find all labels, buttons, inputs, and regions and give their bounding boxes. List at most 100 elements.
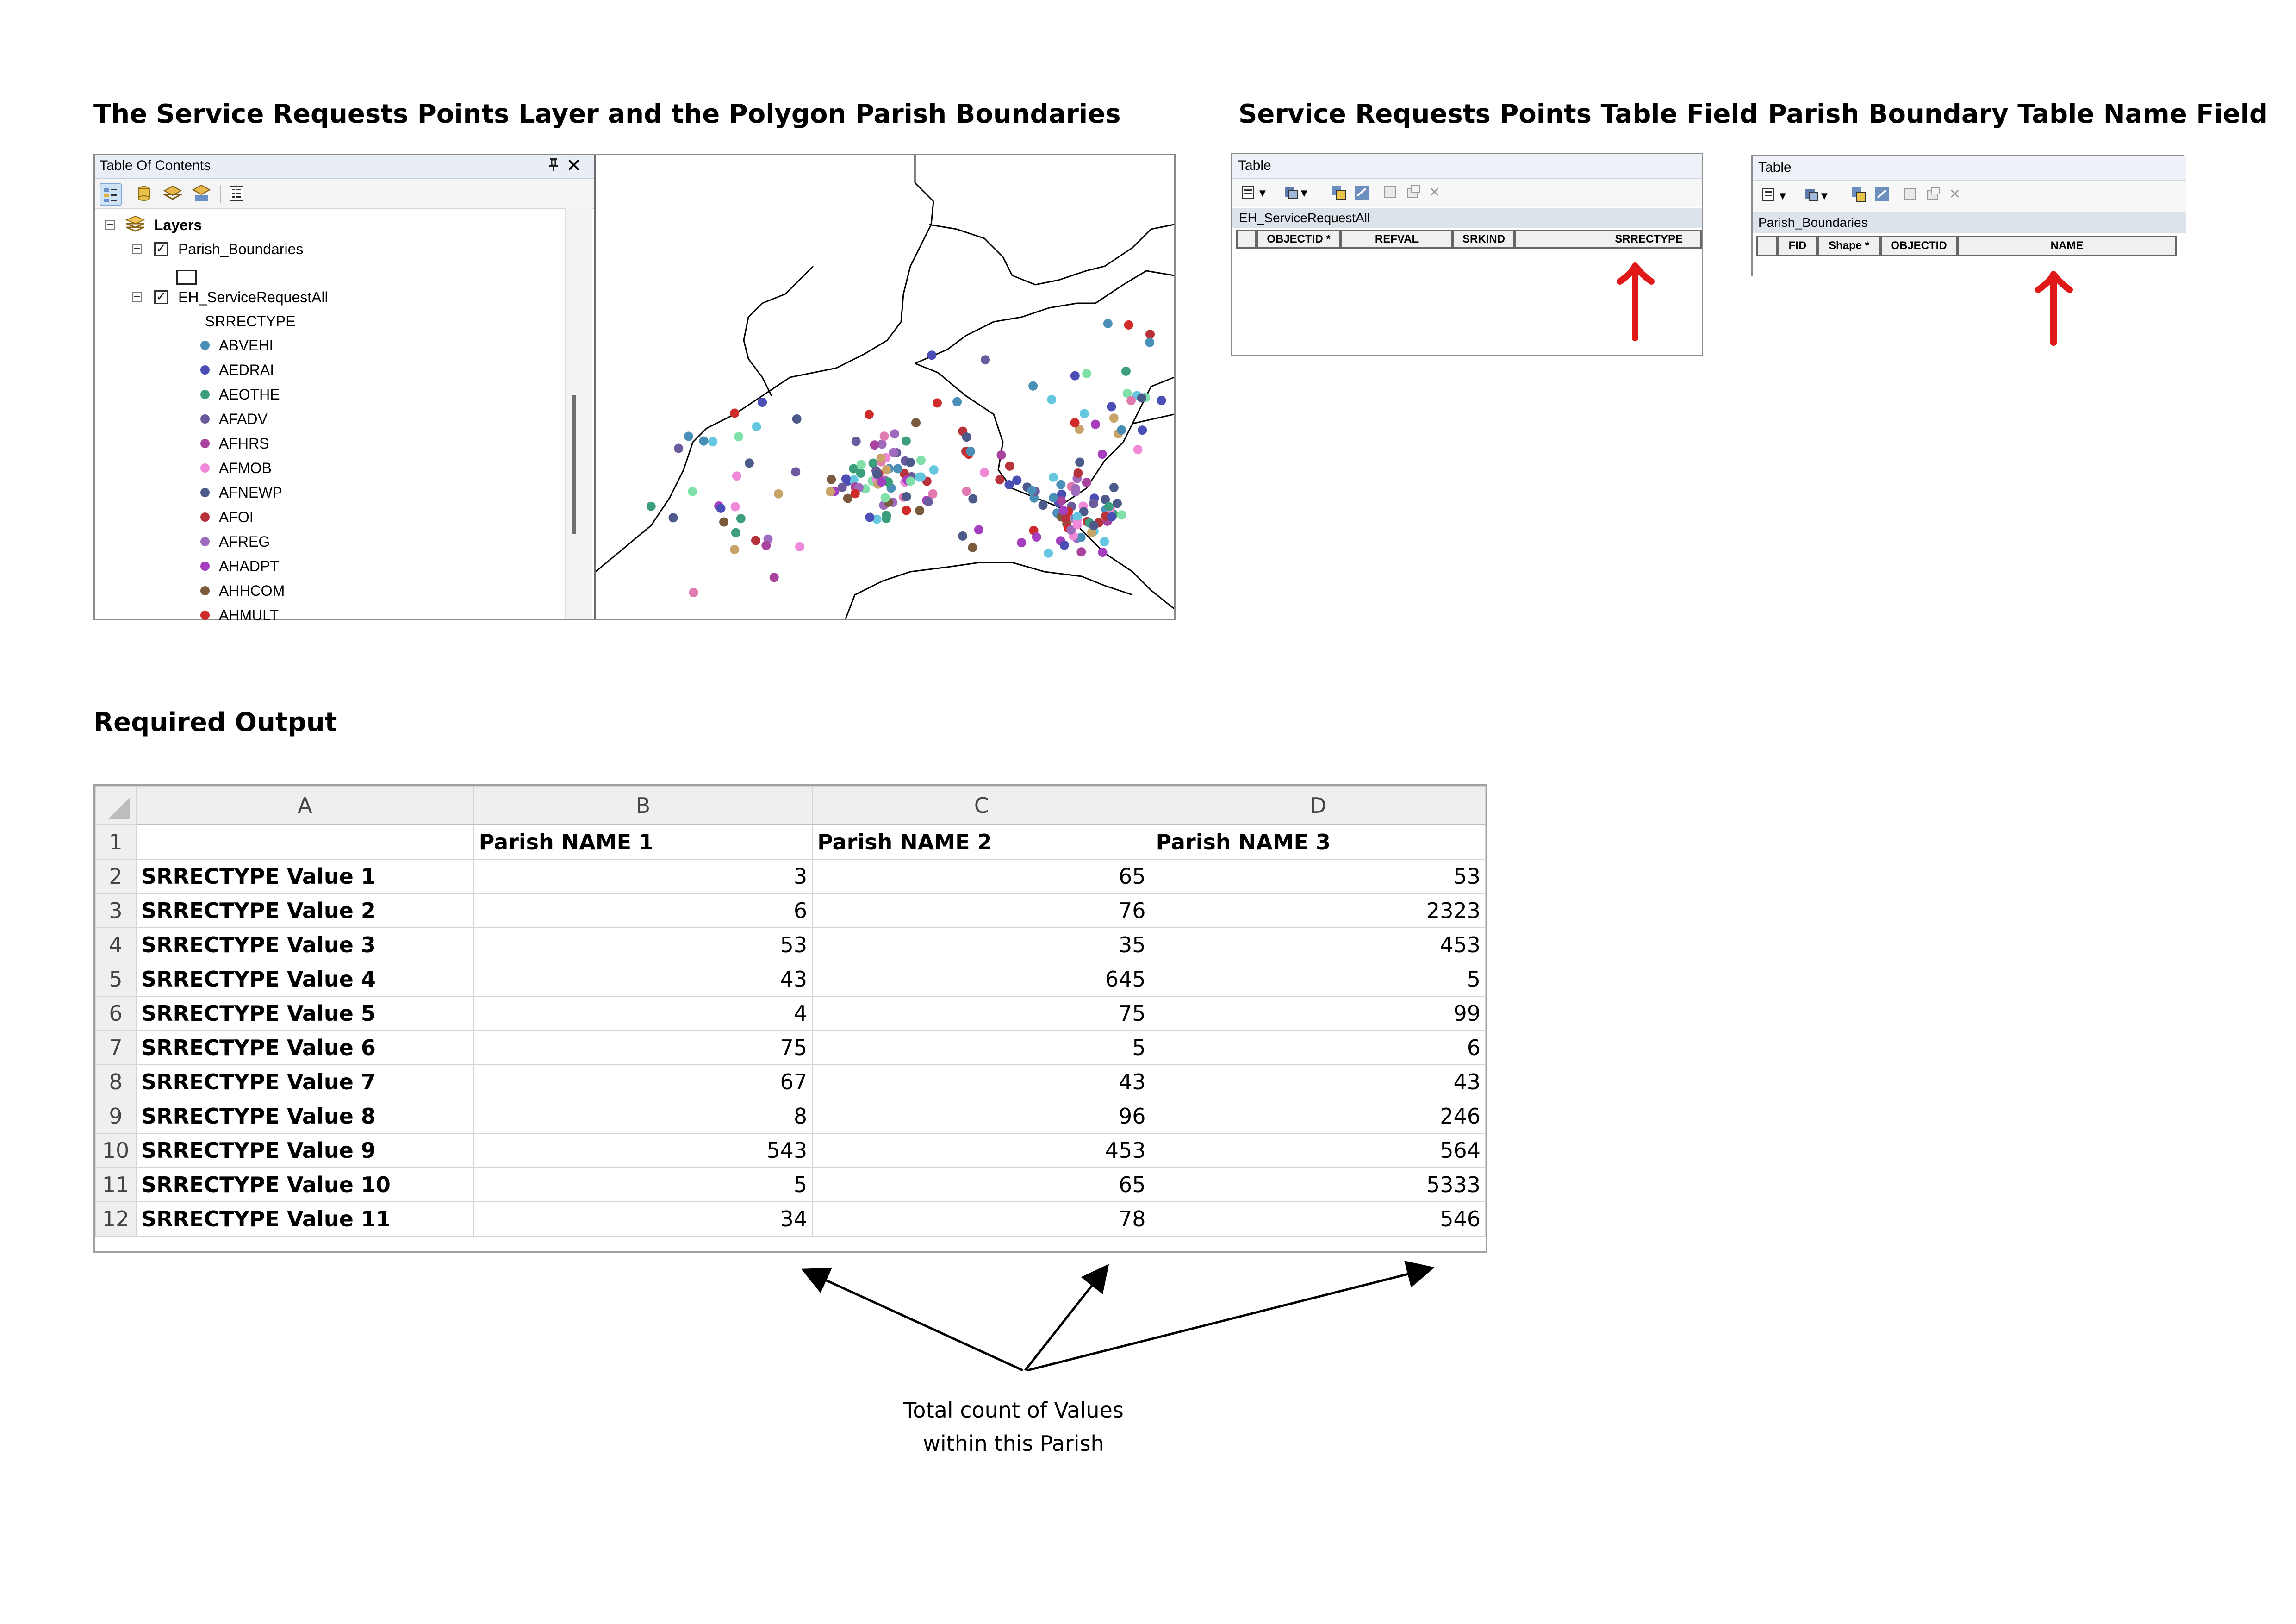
toc-scrollbar[interactable] — [565, 208, 592, 619]
row-header[interactable]: 3 — [95, 893, 137, 928]
points-table-layer-tab[interactable]: EH_ServiceRequestAll — [1232, 208, 1702, 228]
spreadsheet-grid[interactable]: A B C D 1 Parish NAME 1 Parish NAME 2 Pa… — [95, 786, 1487, 1237]
row-header[interactable]: 7 — [95, 1030, 137, 1065]
delete-selected-icon[interactable]: ✕ — [1949, 187, 1965, 202]
row-header[interactable]: 11 — [95, 1167, 137, 1202]
cell-d9[interactable]: 246 — [1150, 1099, 1487, 1134]
cell-d6[interactable]: 99 — [1150, 996, 1487, 1031]
cell-c10[interactable]: 453 — [812, 1133, 1151, 1168]
chevron-down-icon[interactable]: ▼ — [1301, 188, 1307, 198]
cell-b11[interactable]: 5 — [473, 1167, 813, 1202]
points-layer-checkbox[interactable]: ✓ — [154, 290, 168, 304]
cell-a8[interactable]: SRRECTYPE Value 7 — [135, 1064, 474, 1099]
toc-scrollbar-thumb[interactable] — [572, 395, 576, 534]
related-tables-icon[interactable] — [1283, 185, 1299, 200]
cell-b10[interactable]: 543 — [473, 1133, 813, 1168]
cell-b4[interactable]: 53 — [473, 927, 813, 962]
cell-c9[interactable]: 96 — [812, 1099, 1151, 1134]
select-all-corner[interactable] — [95, 786, 137, 825]
row-header[interactable]: 10 — [95, 1133, 137, 1168]
parish-field-fid[interactable]: FID — [1778, 236, 1817, 256]
cell-a10[interactable]: SRRECTYPE Value 9 — [135, 1133, 474, 1168]
points-field-refval[interactable]: REFVAL — [1341, 230, 1453, 249]
collapse-points-layer-icon[interactable]: − — [132, 292, 142, 302]
column-header-d[interactable]: D — [1150, 786, 1487, 825]
points-field-srkind[interactable]: SRKIND — [1453, 230, 1515, 249]
zoom-to-selected-icon[interactable] — [1406, 185, 1421, 200]
cell-c8[interactable]: 43 — [812, 1064, 1151, 1099]
cell-c4[interactable]: 35 — [812, 927, 1151, 962]
row-header[interactable]: 5 — [95, 962, 137, 997]
parish-field-objectid[interactable]: OBJECTID — [1880, 236, 1957, 256]
cell-a2[interactable]: SRRECTYPE Value 1 — [135, 859, 474, 894]
cell-c3[interactable]: 76 — [812, 893, 1151, 928]
parish-field-name[interactable]: NAME — [1957, 236, 2177, 256]
related-tables-icon[interactable] — [1804, 187, 1819, 202]
row-header[interactable]: 9 — [95, 1099, 137, 1134]
table-options-icon[interactable] — [1762, 187, 1778, 202]
cell-c6[interactable]: 75 — [812, 996, 1151, 1031]
cell-a9[interactable]: SRRECTYPE Value 8 — [135, 1099, 474, 1134]
options-icon[interactable] — [226, 183, 247, 204]
row-header[interactable]: 2 — [95, 859, 137, 894]
row-header[interactable]: 6 — [95, 996, 137, 1031]
map-view[interactable] — [596, 155, 1174, 619]
map-canvas[interactable] — [596, 155, 1174, 619]
table-options-icon[interactable] — [1242, 185, 1257, 200]
cell-d5[interactable]: 5 — [1150, 962, 1487, 997]
clear-selection-icon[interactable] — [1903, 187, 1918, 202]
list-by-visibility-icon[interactable] — [162, 183, 184, 204]
chevron-down-icon[interactable]: ▼ — [1821, 191, 1828, 201]
points-field-objectid[interactable]: OBJECTID * — [1257, 230, 1341, 249]
row-header[interactable]: 12 — [95, 1201, 137, 1237]
parish-field-shape[interactable]: Shape * — [1817, 236, 1880, 256]
cell-b7[interactable]: 75 — [473, 1030, 813, 1065]
delete-selected-icon[interactable]: ✕ — [1429, 185, 1444, 200]
cell-a7[interactable]: SRRECTYPE Value 6 — [135, 1030, 474, 1065]
column-header-a[interactable]: A — [135, 786, 474, 825]
cell-b2[interactable]: 3 — [473, 859, 813, 894]
cell-c2[interactable]: 65 — [812, 859, 1151, 894]
row-header[interactable]: 8 — [95, 1064, 137, 1099]
cell-a3[interactable]: SRRECTYPE Value 2 — [135, 893, 474, 928]
clear-selection-icon[interactable] — [1382, 185, 1398, 200]
cell-a5[interactable]: SRRECTYPE Value 4 — [135, 962, 474, 997]
cell-b5[interactable]: 43 — [473, 962, 813, 997]
cell-b8[interactable]: 67 — [473, 1064, 813, 1099]
zoom-to-selected-icon[interactable] — [1926, 187, 1941, 202]
cell-d2[interactable]: 53 — [1150, 859, 1487, 894]
cell-d3[interactable]: 2323 — [1150, 893, 1487, 928]
cell-a4[interactable]: SRRECTYPE Value 3 — [135, 927, 474, 962]
cell-d11[interactable]: 5333 — [1150, 1167, 1487, 1202]
close-icon[interactable]: ✕ — [566, 155, 582, 176]
collapse-parish-layer-icon[interactable]: − — [132, 244, 142, 254]
column-header-b[interactable]: B — [473, 786, 813, 825]
row-header[interactable]: 1 — [95, 824, 137, 860]
cell-b9[interactable]: 8 — [473, 1099, 813, 1134]
cell-d8[interactable]: 43 — [1150, 1064, 1487, 1099]
parish-table-layer-tab[interactable]: Parish_Boundaries — [1753, 212, 2186, 233]
cell-c7[interactable]: 5 — [812, 1030, 1151, 1065]
chevron-down-icon[interactable]: ▼ — [1780, 191, 1786, 201]
cell-a1[interactable] — [135, 824, 474, 860]
list-by-drawing-order-icon[interactable] — [100, 183, 122, 206]
list-by-selection-icon[interactable] — [191, 183, 212, 204]
points-field-srrectype[interactable]: SRRECTYPE — [1515, 230, 1702, 249]
switch-selection-icon[interactable] — [1354, 185, 1369, 200]
chevron-down-icon[interactable]: ▼ — [1259, 188, 1266, 198]
column-header-c[interactable]: C — [812, 786, 1151, 825]
row-header[interactable]: 4 — [95, 927, 137, 962]
cell-a11[interactable]: SRRECTYPE Value 10 — [135, 1167, 474, 1202]
switch-selection-icon[interactable] — [1874, 187, 1890, 202]
select-by-attributes-icon[interactable] — [1331, 185, 1346, 200]
cell-a12[interactable]: SRRECTYPE Value 11 — [135, 1201, 474, 1237]
cell-d7[interactable]: 6 — [1150, 1030, 1487, 1065]
collapse-layers-icon[interactable]: − — [105, 219, 115, 230]
parish-layer-checkbox[interactable]: ✓ — [154, 242, 168, 256]
spreadsheet[interactable]: A B C D 1 Parish NAME 1 Parish NAME 2 Pa… — [93, 784, 1487, 1253]
cell-c11[interactable]: 65 — [812, 1167, 1151, 1202]
cell-c5[interactable]: 645 — [812, 962, 1151, 997]
cell-d10[interactable]: 564 — [1150, 1133, 1487, 1168]
cell-b6[interactable]: 4 — [473, 996, 813, 1031]
cell-c1[interactable]: Parish NAME 2 — [812, 824, 1151, 860]
